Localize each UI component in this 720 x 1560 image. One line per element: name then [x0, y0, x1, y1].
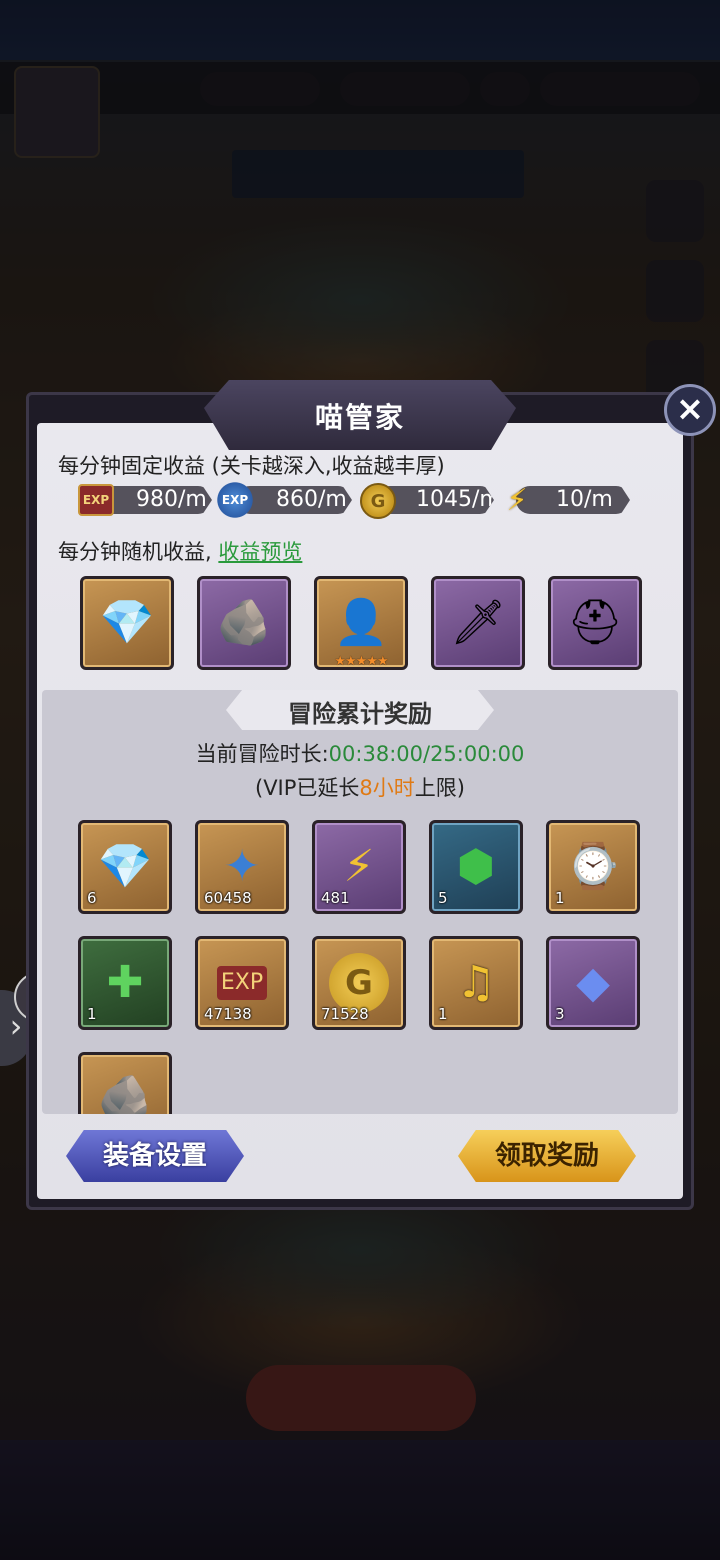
vip-suffix: 上限): [414, 776, 465, 800]
random-income-label: 每分钟随机收益,: [58, 540, 212, 564]
accumulated-title: 冒险累计奖励: [288, 700, 432, 728]
rate-value: 980/m: [136, 487, 207, 512]
rate-value: 860/m: [276, 487, 347, 512]
exp-star-icon: ✦: [223, 841, 261, 892]
rate-value: 10/m: [556, 487, 613, 512]
ore-rune-icon: 🪨: [216, 597, 272, 648]
gold-coin-icon: G: [329, 953, 389, 1013]
reward-count: 5: [438, 889, 448, 907]
claim-rewards-button[interactable]: 领取奖励: [458, 1130, 636, 1182]
vip-prefix: (VIP已延长: [255, 776, 360, 800]
vip-hours: 8小时: [359, 776, 415, 800]
random-item-ore[interactable]: 🪨: [197, 576, 291, 670]
reward-count: 47138: [204, 1005, 252, 1023]
reward-item[interactable]: 🪨: [78, 1052, 172, 1114]
reward-item[interactable]: ✦ 60458: [195, 820, 289, 914]
hero-card-icon: 👤: [333, 597, 389, 648]
helmet-icon: ⛑: [567, 597, 623, 648]
star-rating: ★★★★★: [334, 654, 388, 669]
reward-item[interactable]: ♫ 1: [429, 936, 523, 1030]
random-item-diamond[interactable]: 💎: [80, 576, 174, 670]
reward-item[interactable]: EXP 47138: [195, 936, 289, 1030]
reward-count: 6: [87, 889, 97, 907]
reward-count: 481: [321, 889, 350, 907]
fixed-income-title: 每分钟固定收益 (关卡越深入,收益越丰厚): [58, 454, 445, 478]
reward-count: 71528: [321, 1005, 369, 1023]
adventure-duration: 当前冒险时长:00:38:00/25:00:00: [0, 738, 720, 768]
dagger-icon: 🗡: [450, 597, 506, 648]
pocket-watch-icon: ⌚: [565, 841, 621, 892]
exp-star-icon: EXP: [214, 480, 256, 520]
random-item-helmet[interactable]: ⛑: [548, 576, 642, 670]
reward-count: 60458: [204, 889, 252, 907]
exp-scroll-icon: EXP: [216, 966, 268, 1000]
reward-item[interactable]: ⌚ 1: [546, 820, 640, 914]
vip-extension-note: (VIP已延长8小时上限): [0, 772, 720, 802]
diamond-icon: 💎: [99, 597, 155, 648]
random-item-hero[interactable]: 👤 ★★★★★: [314, 576, 408, 670]
diamond-icon: 💎: [97, 841, 153, 892]
reward-count: 1: [438, 1005, 448, 1023]
reward-count: 1: [87, 1005, 97, 1023]
duration-label: 当前冒险时长:: [195, 742, 329, 766]
popup-title: 喵管家: [314, 401, 405, 434]
random-item-dagger[interactable]: 🗡: [431, 576, 525, 670]
reward-item[interactable]: ◆ 3: [546, 936, 640, 1030]
duration-value: 00:38:00/25:00:00: [328, 742, 525, 766]
close-icon[interactable]: ×: [664, 384, 716, 436]
music-note-icon: ♫: [456, 957, 496, 1008]
ore-rune-icon: 🪨: [97, 1073, 153, 1115]
reward-item[interactable]: ⚡ 481: [312, 820, 406, 914]
energy-shield-icon: ⚡: [343, 841, 375, 892]
reward-item[interactable]: ✚ 1: [78, 936, 172, 1030]
random-income-title: 每分钟随机收益, 收益预览: [58, 536, 302, 566]
reward-count: 1: [555, 889, 565, 907]
reward-item[interactable]: G 71528: [312, 936, 406, 1030]
reward-item[interactable]: ⬢ 5: [429, 820, 523, 914]
exp-scroll-icon: EXP: [78, 484, 114, 516]
blue-crystal-icon: ◆: [576, 957, 610, 1008]
reward-item[interactable]: 💎 6: [78, 820, 172, 914]
equip-settings-button[interactable]: 装备设置: [66, 1130, 244, 1182]
gold-coin-icon: G: [360, 483, 396, 519]
green-rune-icon: ✚: [106, 957, 144, 1008]
income-preview-link[interactable]: 收益预览: [218, 540, 302, 564]
energy-hexagon-icon: ⬢: [456, 841, 496, 892]
reward-count: 3: [555, 1005, 565, 1023]
lightning-icon: ⚡: [506, 482, 528, 518]
